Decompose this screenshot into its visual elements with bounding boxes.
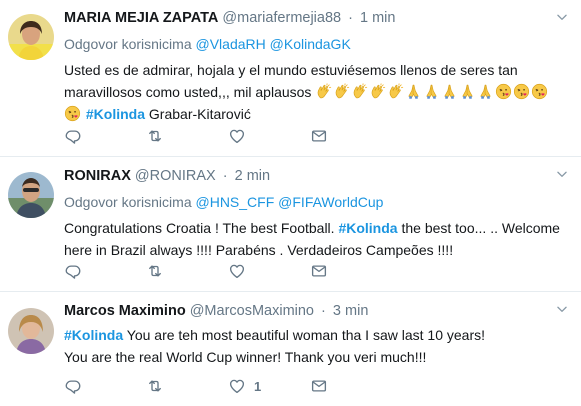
tweet-text-part: Congratulations Croatia ! The best Footb… (64, 220, 339, 236)
mention-link[interactable]: @VladaRH (196, 36, 266, 52)
emoji-row (315, 84, 549, 100)
kissing-face-icon (531, 83, 548, 100)
hashtag-link[interactable]: #Kolinda (64, 327, 123, 343)
tweet-header: RONIRAX @RONIRAX · 2 min (64, 167, 567, 185)
folded-hands-icon (405, 83, 422, 100)
direct-message-icon (310, 262, 328, 280)
reply-context: Odgovor korisnicima @VladaRH @KolindaGK (64, 35, 567, 53)
separator-dot: · (321, 303, 326, 319)
display-name[interactable]: MARIA MEJIA ZAPATA (64, 10, 218, 26)
like-icon (228, 377, 246, 395)
mention-link[interactable]: @KolindaGK (270, 36, 351, 52)
tweet-actions: 1 (64, 376, 392, 396)
clapping-hands-icon (315, 83, 332, 100)
like-icon (228, 262, 246, 280)
direct-message-icon (310, 127, 328, 145)
clapping-hands-icon (351, 83, 368, 100)
retweet-button[interactable] (146, 376, 228, 396)
reply-prefix: Odgovor korisnicima (64, 194, 192, 210)
like-icon (228, 127, 246, 145)
chevron-down-icon[interactable] (555, 10, 569, 24)
reply-icon (64, 377, 82, 395)
user-handle[interactable]: @mariafermejia88 (222, 10, 341, 26)
user-handle[interactable]: @MarcosMaximino (190, 303, 314, 319)
separator-dot: · (222, 168, 228, 184)
direct-message-icon (310, 377, 328, 395)
retweet-button[interactable] (146, 261, 228, 281)
tweet-actions (64, 261, 392, 281)
folded-hands-icon (441, 83, 458, 100)
display-name[interactable]: Marcos Maximino (64, 303, 186, 319)
avatar[interactable] (8, 172, 54, 218)
tweet[interactable]: Marcos Maximino @MarcosMaximino · 3 min … (0, 292, 581, 406)
tweet-text-part: You are the real World Cup winner! Thank… (64, 349, 427, 365)
tweet[interactable]: RONIRAX @RONIRAX · 2 min Odgovor korisni… (0, 157, 581, 292)
reply-icon (64, 127, 82, 145)
timestamp[interactable]: 3 min (333, 303, 368, 319)
timestamp[interactable]: 2 min (235, 168, 270, 184)
tweet-actions (64, 126, 392, 146)
user-handle[interactable]: @RONIRAX (135, 168, 216, 184)
retweet-icon (146, 377, 164, 395)
display-name[interactable]: RONIRAX (64, 168, 131, 184)
kissing-face-icon (513, 83, 530, 100)
reply-icon (64, 262, 82, 280)
mention-link[interactable]: @FIFAWorldCup (278, 194, 383, 210)
clapping-hands-icon (387, 83, 404, 100)
separator-dot: · (348, 10, 353, 26)
kissing-face-icon (495, 83, 512, 100)
tweet-text-part: Grabar-Kitarović (145, 106, 251, 122)
hashtag-link[interactable]: #Kolinda (338, 220, 397, 236)
tweet-header: MARIA MEJIA ZAPATA @mariafermejia88 · 1 … (64, 9, 567, 27)
direct-message-button[interactable] (310, 376, 392, 396)
avatar[interactable] (8, 308, 54, 354)
reply-button[interactable] (64, 376, 146, 396)
tweet-header: Marcos Maximino @MarcosMaximino · 3 min (64, 302, 567, 320)
reply-prefix: Odgovor korisnicima (64, 36, 192, 52)
mention-link[interactable]: @HNS_CFF (196, 194, 275, 210)
like-button[interactable]: 1 (228, 376, 310, 396)
reply-context: Odgovor korisnicima @HNS_CFF @FIFAWorldC… (64, 193, 567, 211)
retweet-icon (146, 127, 164, 145)
chevron-down-icon[interactable] (555, 167, 569, 181)
clapping-hands-icon (369, 83, 386, 100)
retweet-button[interactable] (146, 126, 228, 146)
kissing-face-icon (64, 105, 81, 122)
tweet-text: Usted es de admirar, hojala y el mundo e… (64, 59, 567, 125)
like-count: 1 (254, 378, 262, 394)
hashtag-link[interactable]: #Kolinda (86, 106, 145, 122)
avatar[interactable] (8, 14, 54, 60)
timestamp[interactable]: 1 min (360, 10, 395, 26)
retweet-icon (146, 262, 164, 280)
tweet[interactable]: MARIA MEJIA ZAPATA @mariafermejia88 · 1 … (0, 0, 581, 157)
reply-button[interactable] (64, 261, 146, 281)
direct-message-button[interactable] (310, 261, 392, 281)
tweet-text: Congratulations Croatia ! The best Footb… (64, 217, 567, 261)
like-button[interactable] (228, 126, 310, 146)
reply-button[interactable] (64, 126, 146, 146)
direct-message-button[interactable] (310, 126, 392, 146)
folded-hands-icon (477, 83, 494, 100)
folded-hands-icon (459, 83, 476, 100)
folded-hands-icon (423, 83, 440, 100)
tweet-text-part: You are teh most beautiful woman tha I s… (123, 327, 485, 343)
like-button[interactable] (228, 261, 310, 281)
chevron-down-icon[interactable] (555, 302, 569, 316)
clapping-hands-icon (333, 83, 350, 100)
tweet-text: #Kolinda You are teh most beautiful woma… (64, 324, 567, 368)
